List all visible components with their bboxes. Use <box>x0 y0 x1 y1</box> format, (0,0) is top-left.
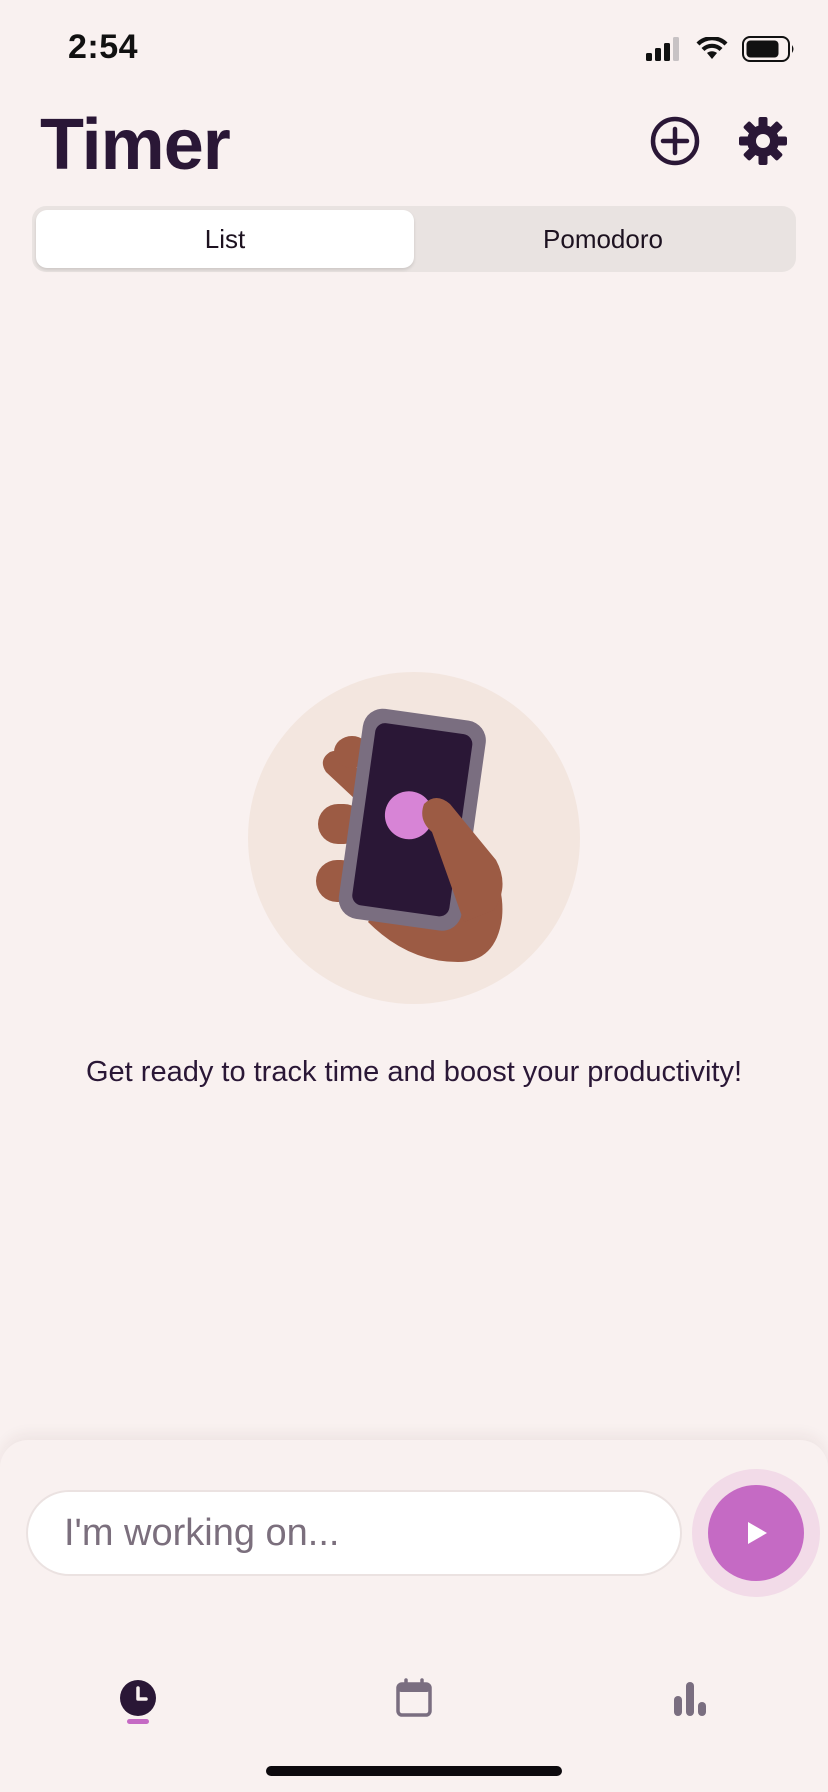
bar-chart-icon <box>674 1682 706 1716</box>
task-description-input[interactable] <box>26 1490 682 1576</box>
cellular-signal-icon <box>646 37 679 61</box>
hand-holding-phone-illustration <box>248 672 580 1004</box>
status-time: 2:54 <box>68 28 139 66</box>
gear-icon <box>739 117 787 165</box>
settings-button[interactable] <box>734 112 792 170</box>
tab-calendar[interactable] <box>384 1668 444 1728</box>
status-bar: 2:54 <box>0 0 828 100</box>
add-button[interactable] <box>646 112 704 170</box>
plus-circle-icon <box>650 116 700 166</box>
header: Timer <box>0 100 828 210</box>
status-icons <box>646 36 796 62</box>
active-tab-indicator <box>127 1719 149 1724</box>
tab-list[interactable]: List <box>36 210 414 268</box>
battery-icon <box>742 36 794 62</box>
page-title: Timer <box>40 105 231 185</box>
home-indicator <box>266 1766 562 1776</box>
clock-icon <box>120 1680 156 1716</box>
empty-state-message: Get ready to track time and boost your p… <box>85 1056 743 1088</box>
tab-reports[interactable] <box>660 1668 720 1728</box>
wifi-icon <box>696 37 728 59</box>
start-timer-button[interactable] <box>708 1485 804 1581</box>
tab-bar <box>0 1640 828 1750</box>
view-segmented-control: List Pomodoro <box>32 206 796 272</box>
tab-pomodoro[interactable]: Pomodoro <box>414 210 792 268</box>
calendar-icon <box>396 1678 432 1717</box>
play-icon <box>748 1522 767 1544</box>
